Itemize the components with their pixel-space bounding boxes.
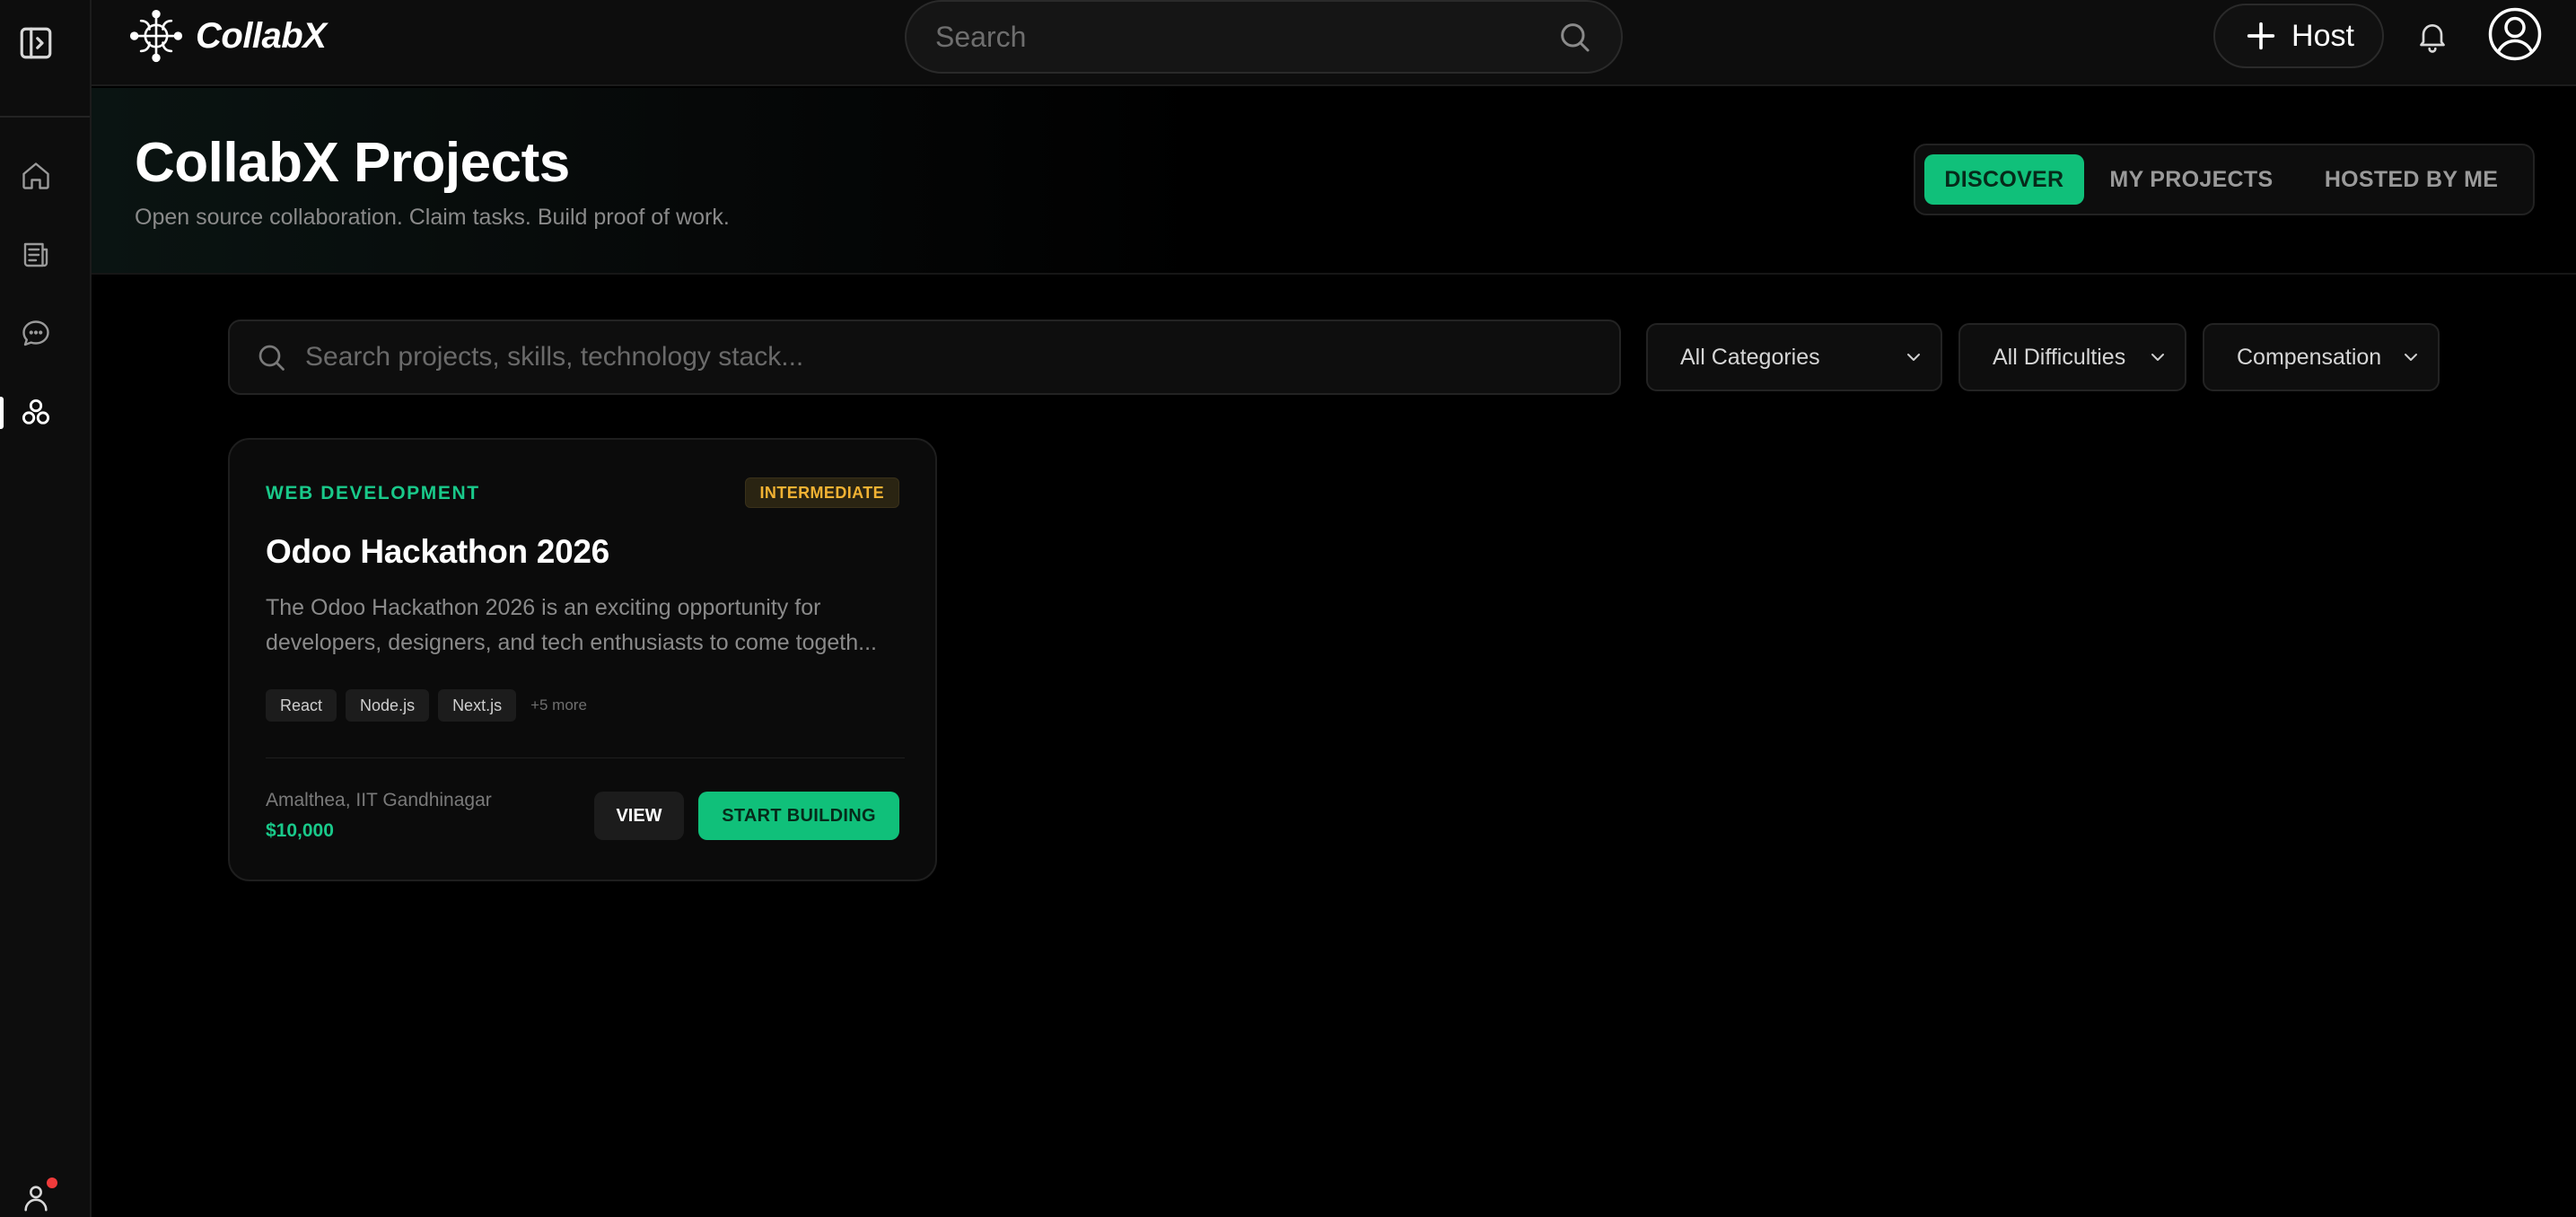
sidebar-item-projects[interactable] [16, 393, 56, 433]
tech-tag: React [266, 689, 337, 722]
sidebar-item-feed[interactable] [16, 235, 56, 275]
sidebar-item-home[interactable] [16, 156, 56, 196]
sidebar-item-messages[interactable] [16, 314, 56, 354]
projects-icon [22, 398, 50, 425]
difficulty-select[interactable]: All Difficulties [1958, 323, 2186, 391]
page-title: CollabX Projects [135, 132, 570, 194]
tab-hosted-by-me[interactable]: HOSTED BY ME [2299, 154, 2524, 205]
user-circle-icon [2488, 7, 2542, 61]
bell-icon [2420, 24, 2445, 53]
newspaper-icon [23, 242, 48, 267]
top-bar: CollabX Host [92, 0, 2576, 86]
sidebar-toggle-button[interactable] [16, 23, 56, 63]
panel-toggle-icon [20, 27, 52, 59]
brand-logo[interactable]: CollabX [129, 9, 327, 63]
tab-my-projects[interactable]: MY PROJECTS [2091, 154, 2291, 205]
project-organizer: Amalthea, IIT Gandhinagar [266, 790, 492, 810]
project-category: WEB DEVELOPMENT [266, 483, 480, 503]
tab-discover[interactable]: DISCOVER [1924, 154, 2084, 205]
project-reward: $10,000 [266, 820, 334, 841]
tech-tag: Node.js [346, 689, 430, 722]
sidebar-divider [0, 116, 90, 118]
host-button[interactable]: Host [2213, 4, 2384, 68]
project-search[interactable] [228, 320, 1621, 395]
more-tags-count: +5 more [530, 696, 587, 714]
user-icon [24, 1186, 48, 1212]
category-select-value: All Categories [1680, 344, 1820, 370]
chat-icon [22, 320, 49, 346]
difficulty-select-value: All Difficulties [1993, 344, 2126, 370]
global-search[interactable] [905, 0, 1623, 74]
start-building-button[interactable]: START BUILDING [698, 792, 899, 840]
view-button[interactable]: VIEW [594, 792, 684, 840]
sidebar [0, 0, 92, 1217]
profile-avatar-button[interactable] [2486, 5, 2544, 63]
notifications-button[interactable] [2413, 16, 2452, 56]
compensation-select-value: Compensation [2237, 344, 2382, 370]
plus-icon [2247, 22, 2275, 50]
card-divider [266, 757, 905, 758]
home-icon [22, 162, 49, 189]
chevron-down-icon [2151, 354, 2164, 361]
page-subtitle: Open source collaboration. Claim tasks. … [135, 205, 730, 230]
notification-dot [47, 1178, 57, 1188]
view-tabs: DISCOVER MY PROJECTS HOSTED BY ME [1914, 144, 2535, 215]
project-search-input[interactable] [305, 342, 1594, 372]
global-search-input[interactable] [935, 20, 1556, 54]
project-card[interactable]: WEB DEVELOPMENT INTERMEDIATE Odoo Hackat… [228, 438, 937, 881]
page-header: CollabX Projects Open source collaborati… [92, 88, 2576, 275]
compensation-select[interactable]: Compensation [2203, 323, 2440, 391]
search-icon [1561, 23, 1590, 52]
project-title[interactable]: Odoo Hackathon 2026 [266, 533, 609, 571]
project-tags: React Node.js Next.js +5 more [266, 689, 587, 722]
difficulty-badge: INTERMEDIATE [744, 477, 899, 508]
host-button-label: Host [2291, 18, 2354, 53]
collabx-logo-icon [129, 9, 183, 63]
category-select[interactable]: All Categories [1646, 323, 1942, 391]
project-description-line: developers, designers, and tech enthusia… [266, 630, 877, 655]
project-description: The Odoo Hackathon 2026 is an exciting o… [266, 591, 905, 661]
project-description-line: The Odoo Hackathon 2026 is an exciting o… [266, 595, 821, 620]
tech-tag: Next.js [438, 689, 517, 722]
sidebar-active-indicator [0, 397, 4, 429]
search-icon [258, 345, 285, 371]
chevron-down-icon [1907, 354, 1920, 361]
brand-name: CollabX [196, 15, 327, 56]
chevron-down-icon [2405, 354, 2417, 361]
